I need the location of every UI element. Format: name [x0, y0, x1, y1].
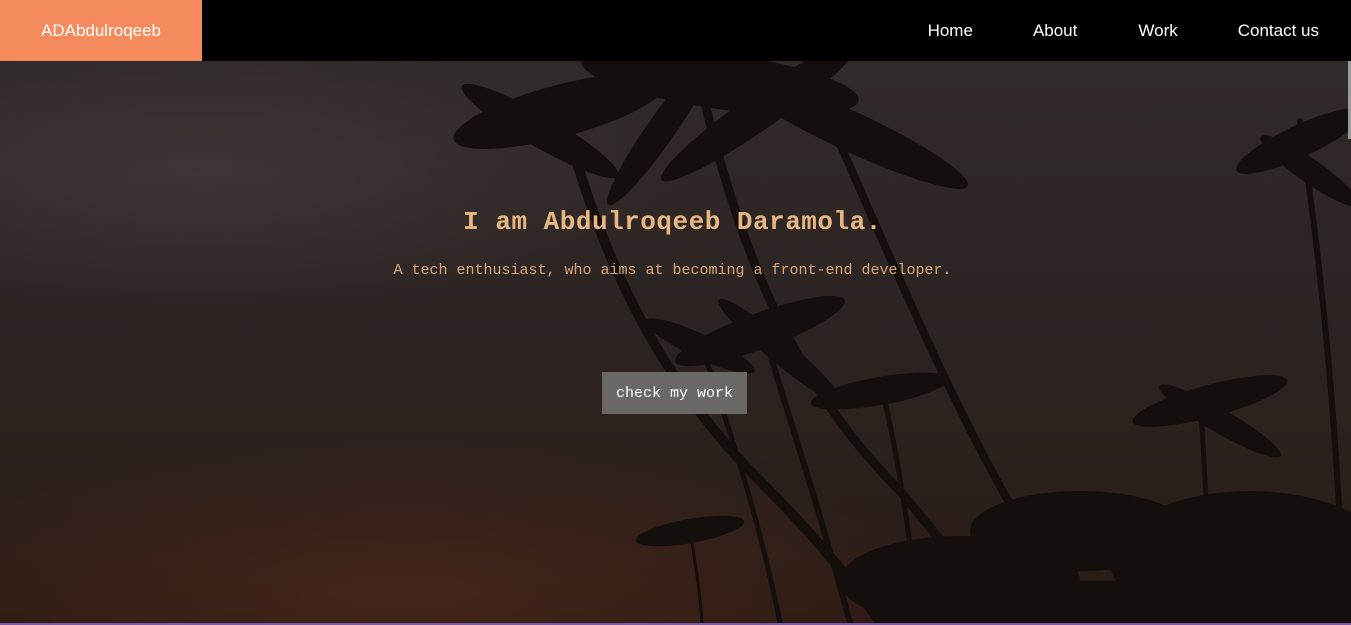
palm-trees-background-image: [453, 61, 1351, 623]
nav-link-home[interactable]: Home: [928, 21, 973, 41]
hero-subtitle: A tech enthusiast, who aims at becoming …: [393, 262, 952, 279]
nav-link-work[interactable]: Work: [1138, 21, 1177, 41]
brand-logo[interactable]: ADAbdulroqeeb: [0, 0, 202, 61]
hero-section: I am Abdulroqeeb Daramola. A tech enthus…: [0, 61, 1351, 623]
hero-title: I am Abdulroqeeb Daramola.: [463, 207, 882, 237]
check-my-work-button[interactable]: check my work: [602, 372, 747, 414]
nav-link-contact[interactable]: Contact us: [1238, 21, 1319, 41]
top-navbar: ADAbdulroqeeb Home About Work Contact us: [0, 0, 1351, 61]
nav-links: Home About Work Contact us: [928, 0, 1351, 61]
nav-link-about[interactable]: About: [1033, 21, 1077, 41]
